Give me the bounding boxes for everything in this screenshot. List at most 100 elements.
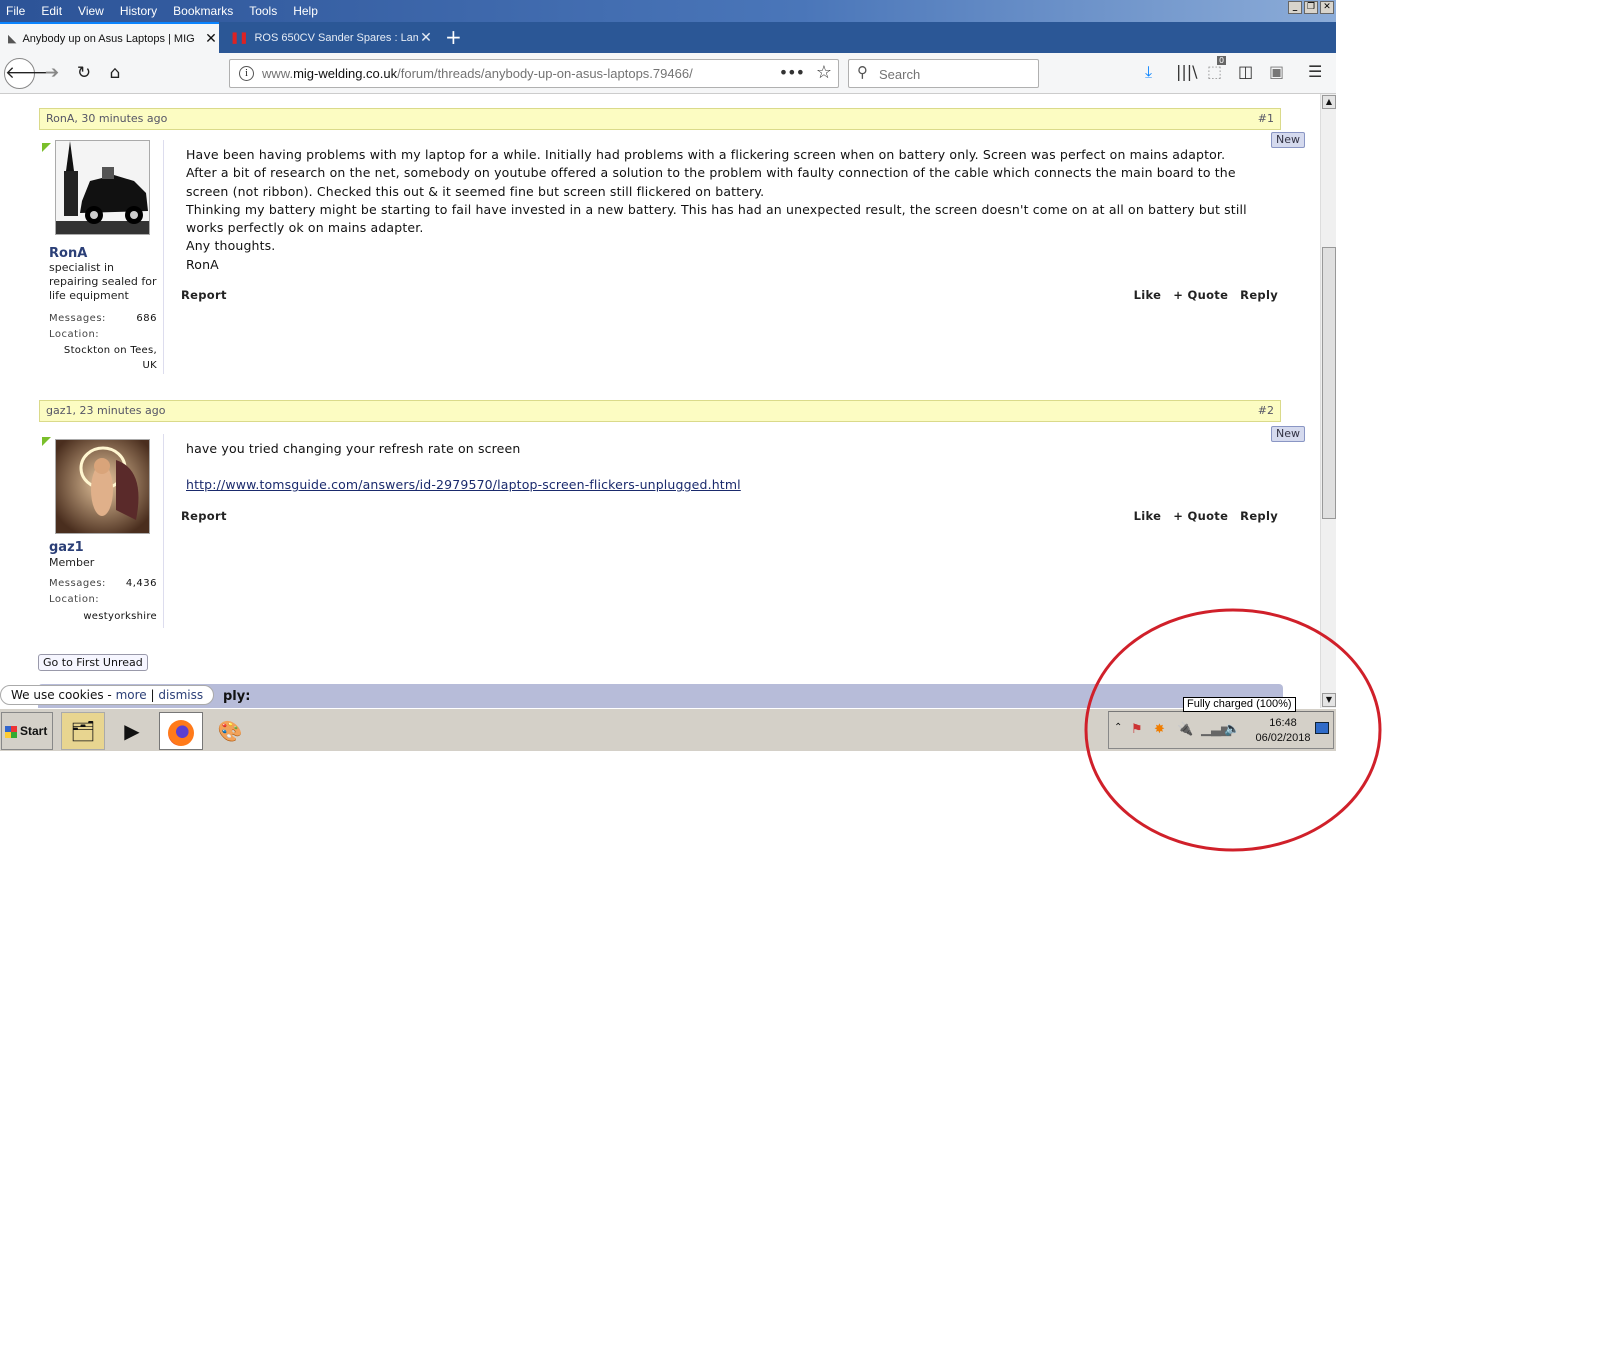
report-link[interactable]: Report (181, 509, 227, 523)
report-link[interactable]: Report (181, 288, 227, 302)
menu-tools[interactable]: Tools (241, 0, 285, 22)
quote-link[interactable]: + Quote (1173, 288, 1228, 302)
hamburger-menu-icon[interactable]: ☰ (1308, 62, 1322, 81)
cookie-dismiss-link[interactable]: dismiss (158, 688, 203, 702)
tab-title: Anybody up on Asus Laptops | MIG (22, 32, 195, 45)
search-icon: ⚲ (857, 63, 868, 81)
screenshot-icon[interactable]: ▣ (1269, 62, 1284, 81)
post-text: Any thoughts. (186, 238, 276, 254)
scroll-down-icon[interactable]: ▼ (1322, 693, 1336, 707)
post-author-time[interactable]: gaz1, 23 minutes ago (46, 404, 165, 417)
post-text: Thinking my battery might be starting to… (186, 201, 1247, 236)
avast-icon[interactable]: ✸ (1154, 722, 1165, 737)
menu-edit[interactable]: Edit (33, 0, 70, 22)
cookie-text: We use cookies - (11, 688, 112, 702)
action-center-flag-icon[interactable]: ⚑ (1131, 722, 1143, 737)
vertical-scrollbar[interactable]: ▲ ▼ (1320, 94, 1336, 708)
menu-bar: File Edit View History Bookmarks Tools H… (0, 0, 326, 22)
taskbar: Start 🗂 ▶ 🎨 ⌃ ⚑ ✸ 🔌 ▁▃▅ 🔈 16:48 06/02/20… (0, 708, 1336, 751)
like-link[interactable]: Like (1134, 509, 1162, 523)
angel-avatar-icon (56, 440, 149, 533)
search-input[interactable]: ⚲ Search (848, 59, 1039, 88)
tab-sander-spares[interactable]: ❚❚ ROS 650CV Sander Spares : Lamo ✕ (222, 22, 434, 53)
post-number[interactable]: #1 (1258, 109, 1274, 129)
like-link[interactable]: Like (1134, 288, 1162, 302)
menu-view[interactable]: View (70, 0, 112, 22)
user-title: Member (49, 556, 95, 569)
clock-date: 06/02/2018 (1255, 732, 1311, 744)
tab-close-icon[interactable]: ✕ (203, 30, 219, 47)
volume-icon[interactable]: 🔈 (1224, 722, 1240, 737)
system-tray: ⌃ ⚑ ✸ 🔌 ▁▃▅ 🔈 16:48 06/02/2018 (1108, 711, 1334, 749)
username[interactable]: RonA (49, 246, 87, 261)
tab-asus-laptops[interactable]: ◣ Anybody up on Asus Laptops | MIG ✕ (0, 22, 219, 53)
online-indicator-icon (42, 437, 51, 446)
avatar[interactable] (55, 140, 150, 235)
battery-plug-icon[interactable]: 🔌 (1177, 722, 1193, 737)
show-desktop-button[interactable] (1315, 722, 1329, 734)
navigation-toolbar: 🡐 ➔ ↻ ⌂ i www.mig-welding.co.uk/forum/th… (0, 53, 1336, 94)
post-text: Have been having problems with my laptop… (186, 147, 1226, 162)
post-1-body: Have been having problems with my laptop… (186, 146, 1276, 274)
quote-link[interactable]: + Quote (1173, 509, 1228, 523)
online-indicator-icon (42, 143, 51, 152)
scroll-thumb[interactable] (1322, 247, 1336, 519)
scroll-up-icon[interactable]: ▲ (1322, 95, 1336, 109)
tab-title: ROS 650CV Sander Spares : Lamo (254, 31, 418, 44)
start-button[interactable]: Start (1, 712, 53, 750)
menu-file[interactable]: File (0, 0, 33, 22)
clock[interactable]: 16:48 06/02/2018 (1253, 716, 1313, 746)
forward-button[interactable]: ➔ (38, 59, 66, 87)
location-label: Location: (49, 594, 100, 605)
reply-title: ply: (223, 689, 251, 704)
go-to-first-unread-button[interactable]: Go to First Unread (38, 654, 148, 671)
restore-button[interactable]: ❐ (1304, 1, 1318, 14)
tab-close-icon[interactable]: ✕ (418, 29, 434, 46)
show-hidden-icons-icon[interactable]: ⌃ (1114, 722, 1122, 733)
menu-help[interactable]: Help (285, 0, 326, 22)
post-1-header: RonA, 30 minutes ago #1 (39, 108, 1281, 130)
location-value[interactable]: Stockton on Tees, UK (49, 343, 157, 373)
firefox-icon[interactable] (159, 712, 203, 750)
cookie-separator: | (150, 688, 155, 702)
post-number[interactable]: #2 (1258, 401, 1274, 421)
url-text: www.mig-welding.co.uk/forum/threads/anyb… (262, 66, 693, 81)
menu-history[interactable]: History (112, 0, 165, 22)
extension-icon[interactable]: ⬚ 0 (1207, 56, 1227, 81)
username[interactable]: gaz1 (49, 540, 84, 555)
bookmark-star-icon[interactable]: ☆ (816, 62, 832, 83)
url-bar[interactable]: i www.mig-welding.co.uk/forum/threads/an… (229, 59, 839, 88)
media-player-icon[interactable]: ▶ (110, 712, 154, 750)
quick-reply-header: ply: (38, 684, 1283, 708)
external-link[interactable]: http://www.tomsguide.com/answers/id-2979… (186, 477, 741, 492)
close-window-button[interactable]: ✕ (1320, 1, 1334, 14)
window-controls: _ ❐ ✕ (1288, 1, 1334, 14)
location-value[interactable]: westyorkshire (49, 609, 157, 624)
avatar[interactable] (55, 439, 150, 534)
library-icon[interactable]: |||\ (1176, 62, 1198, 81)
minimize-button[interactable]: _ (1288, 1, 1302, 14)
windows-logo-icon (5, 725, 17, 738)
post-2-user-info: gaz1 Member Messages: 4,436 Location: wes… (39, 434, 164, 628)
reload-button[interactable]: ↻ (70, 59, 98, 87)
new-tab-button[interactable]: + (445, 22, 462, 53)
sidebar-icon[interactable]: ◫ (1238, 62, 1253, 81)
home-button[interactable]: ⌂ (101, 59, 129, 87)
back-button[interactable]: 🡐 (4, 58, 51, 89)
messages-stat: Messages: 686 (49, 313, 157, 324)
post-text: After a bit of research on the net, some… (186, 165, 1236, 199)
download-icon[interactable]: ⤓ (1145, 62, 1152, 82)
site-favicon-icon: ❚❚ (230, 32, 249, 44)
messages-count[interactable]: 4,436 (126, 578, 157, 589)
page-actions-icon[interactable]: ••• (779, 63, 805, 82)
cookie-more-link[interactable]: more (116, 688, 147, 702)
paint-icon[interactable]: 🎨 (208, 712, 252, 750)
menu-bookmarks[interactable]: Bookmarks (165, 0, 241, 22)
messages-count[interactable]: 686 (136, 313, 157, 324)
info-icon[interactable]: i (239, 66, 254, 81)
post-1-user-info: RonA specialist in repairing sealed for … (39, 140, 164, 374)
reply-link[interactable]: Reply (1240, 509, 1278, 523)
reply-link[interactable]: Reply (1240, 288, 1278, 302)
post-author-time[interactable]: RonA, 30 minutes ago (46, 112, 167, 125)
file-explorer-icon[interactable]: 🗂 (61, 712, 105, 750)
